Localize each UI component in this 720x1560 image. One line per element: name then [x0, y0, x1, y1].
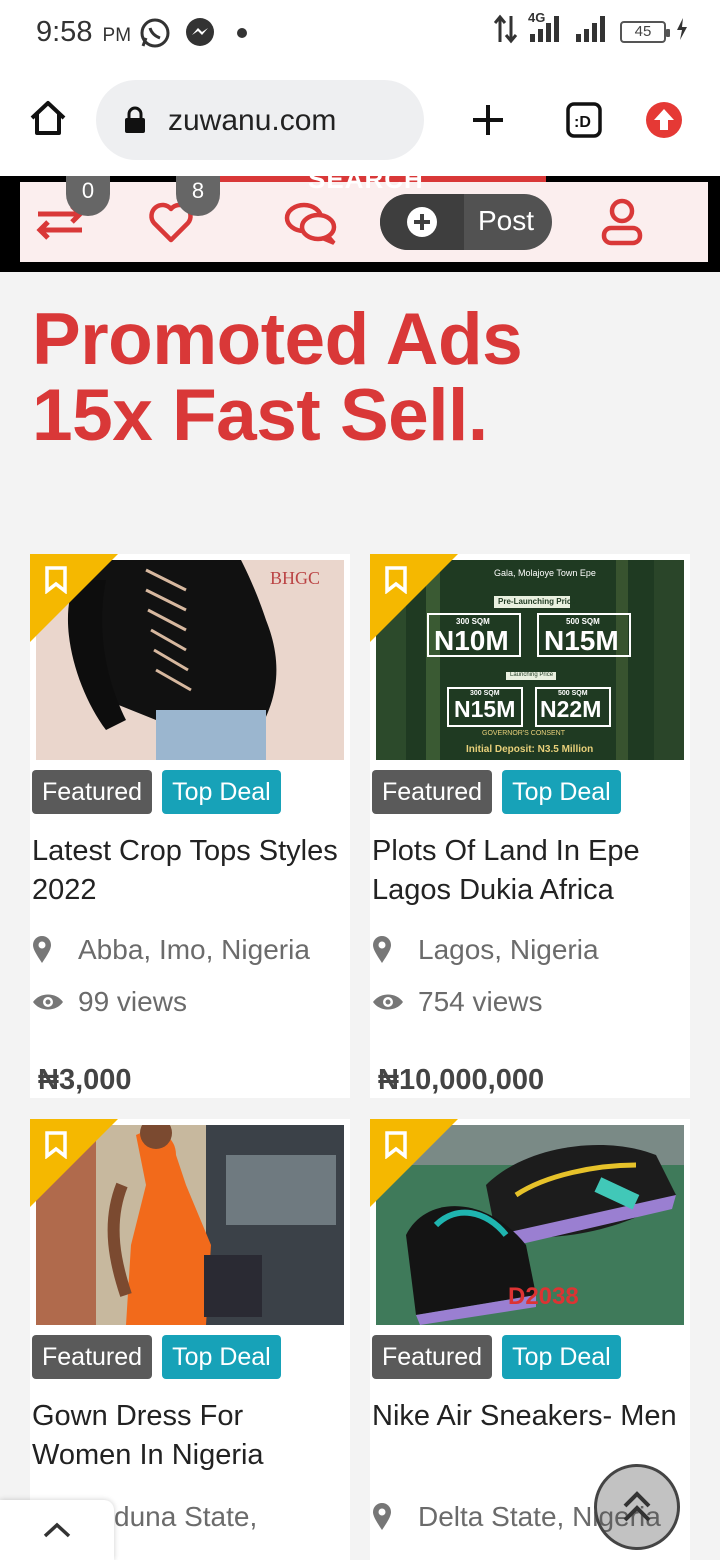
charging-icon — [676, 18, 688, 45]
home-icon — [30, 101, 66, 135]
listing-card[interactable]: Gala, Molajoye Town Epe Pre-Launching Pr… — [370, 554, 690, 1098]
chevron-up-icon — [43, 1522, 71, 1538]
bookmark-icon[interactable] — [384, 1131, 408, 1164]
location-pin-icon — [372, 1503, 418, 1531]
user-icon — [601, 198, 643, 246]
listing-title[interactable]: Latest Crop Tops Styles 2022 — [32, 832, 348, 910]
eye-icon — [372, 991, 418, 1013]
data-transfer-icon — [493, 14, 518, 49]
notification-dot-icon — [236, 26, 248, 44]
tab-switcher-button[interactable]: :D — [564, 100, 604, 140]
featured-badge: Featured — [32, 1335, 153, 1379]
bookmark-icon[interactable] — [44, 1131, 68, 1164]
eye-icon — [32, 991, 78, 1013]
update-button[interactable] — [644, 100, 684, 140]
watermark-code: D2038 — [508, 1283, 579, 1310]
status-time: 9:58 PM — [36, 16, 132, 48]
messenger-icon — [184, 16, 216, 53]
location-pin-icon — [32, 936, 78, 964]
top-deal-badge: Top Deal — [162, 770, 281, 814]
brand-watermark: BHGC — [270, 568, 321, 588]
signal-4g-icon: 4G — [528, 10, 564, 49]
listing-views: 754 views — [372, 986, 543, 1018]
listing-title[interactable]: Nike Air Sneakers- Men — [372, 1397, 688, 1436]
tab-switcher-icon: :D — [566, 102, 602, 138]
expand-panel-button[interactable] — [0, 1500, 114, 1560]
update-arrow-icon — [646, 102, 682, 138]
signal-icon — [574, 14, 610, 49]
listing-title[interactable]: Plots Of Land In Epe Lagos Dukia Africa — [372, 832, 688, 910]
featured-badge: Featured — [372, 770, 493, 814]
top-deal-badge: Top Deal — [162, 1335, 281, 1379]
battery-indicator: 45 — [620, 20, 670, 43]
svg-text::D: :D — [574, 114, 591, 131]
home-button[interactable] — [26, 96, 70, 140]
scroll-to-top-button[interactable] — [594, 1464, 680, 1550]
address-bar[interactable]: zuwanu.com — [96, 80, 424, 160]
messages-button[interactable] — [284, 200, 338, 251]
lock-icon — [124, 106, 146, 139]
plus-icon — [473, 105, 503, 135]
add-circle-icon — [407, 207, 437, 237]
listing-price: ₦3,000 — [38, 1064, 132, 1096]
listing-location: Abba, Imo, Nigeria — [32, 934, 310, 966]
browser-toolbar: zuwanu.com :D — [0, 66, 720, 176]
top-deal-badge: Top Deal — [502, 1335, 621, 1379]
status-bar: 9:58 PM 4G 45 — [0, 0, 720, 66]
featured-badge: Featured — [32, 770, 153, 814]
url-text: zuwanu.com — [168, 104, 337, 137]
listing-location: Lagos, Nigeria — [372, 934, 599, 966]
whatsapp-icon — [138, 16, 172, 55]
listing-card[interactable]: Featured Top Deal Gown Dress For Women I… — [30, 1119, 350, 1560]
top-deal-badge: Top Deal — [502, 770, 621, 814]
location-pin-icon — [372, 936, 418, 964]
listing-title[interactable]: Gown Dress For Women In Nigeria — [32, 1397, 348, 1475]
promoted-ads-heading: Promoted Ads 15x Fast Sell. — [32, 299, 523, 456]
bookmark-icon[interactable] — [384, 566, 408, 599]
chat-bubbles-icon — [284, 202, 337, 245]
bookmark-icon[interactable] — [44, 566, 68, 599]
listing-location: duna State, — [114, 1501, 258, 1532]
post-ad-button[interactable]: Post — [380, 194, 552, 250]
listing-price: ₦10,000,000 — [378, 1064, 545, 1096]
search-button[interactable]: SEARCH — [200, 176, 546, 196]
listing-card[interactable]: BHGC Featured Top Deal Latest Crop Tops … — [30, 554, 350, 1098]
double-chevron-up-icon — [623, 1491, 651, 1522]
listing-views: 99 views — [32, 986, 187, 1018]
featured-badge: Featured — [372, 1335, 493, 1379]
account-button[interactable] — [600, 198, 644, 251]
new-tab-button[interactable] — [468, 100, 508, 140]
